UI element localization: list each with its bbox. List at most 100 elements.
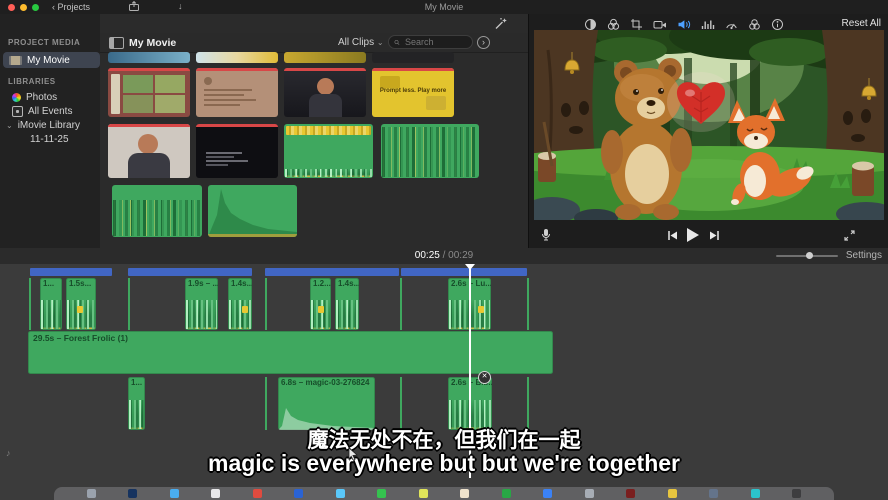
fullscreen-icon[interactable]	[843, 229, 856, 242]
dock-icon[interactable]	[419, 489, 428, 498]
dock-icon[interactable]	[294, 489, 303, 498]
timeline-header: 00:25 / 00:29 Settings	[0, 248, 888, 265]
all-clips-filter[interactable]: All Clips ⌄	[338, 37, 384, 48]
waveform	[382, 127, 478, 177]
clip-group-bar[interactable]	[128, 268, 252, 276]
timeline-clip[interactable]: 6.8s – magic-03-276824	[278, 377, 375, 430]
window-titlebar: ‹ Projects ↓ My Movie	[0, 0, 888, 15]
chevron-down-icon: ⌄	[6, 121, 13, 130]
timeline-zoom-slider[interactable]	[776, 255, 838, 257]
zoom-slider-knob[interactable]	[806, 252, 813, 259]
macos-dock[interactable]	[54, 487, 834, 500]
clip-warning-badge	[242, 306, 248, 313]
dock-icon[interactable]	[709, 489, 718, 498]
timecode: 00:25 / 00:29	[0, 250, 888, 261]
sidebar-item-imovie-library[interactable]: ⌄ iMovie Library	[6, 120, 80, 131]
timeline-clip[interactable]: 1.9s – ...	[185, 278, 218, 330]
media-audio-thumbnail[interactable]	[112, 185, 202, 237]
media-thumbnail[interactable]	[108, 52, 190, 63]
recording-bar	[284, 68, 366, 71]
dock-icon[interactable]	[751, 489, 760, 498]
subtitle-line-english: magic is everywhere but but we're togeth…	[0, 450, 888, 477]
media-audio-thumbnail[interactable]	[284, 124, 373, 178]
recording-bar	[196, 68, 278, 71]
media-browser-header: My Movie All Clips ⌄ ›	[100, 33, 528, 53]
enhance-wand-icon[interactable]	[494, 17, 508, 30]
dock-icon[interactable]	[460, 489, 469, 498]
next-frame-button[interactable]	[709, 230, 720, 241]
media-thumbnail[interactable]	[108, 68, 190, 117]
all-events-label: All Events	[28, 106, 72, 117]
search-field[interactable]	[388, 35, 473, 49]
project-media-header: PROJECT MEDIA	[8, 38, 80, 47]
photos-label: Photos	[26, 92, 57, 103]
dock-icon[interactable]	[585, 489, 594, 498]
dock-icon[interactable]	[543, 489, 552, 498]
media-thumbnail[interactable]	[108, 124, 190, 178]
media-audio-thumbnail[interactable]	[381, 124, 479, 178]
clip-group-bar[interactable]	[401, 268, 527, 276]
dock-icon[interactable]	[626, 489, 635, 498]
media-thumbnail[interactable]	[196, 68, 278, 117]
sidebar-toggle-icon[interactable]	[109, 37, 124, 49]
dock-icon[interactable]	[792, 489, 801, 498]
timeline-settings-button[interactable]: Settings	[846, 250, 882, 261]
dock-icon[interactable]	[211, 489, 220, 498]
sidebar-item-photos[interactable]: Photos	[12, 92, 57, 103]
dock-icon[interactable]	[377, 489, 386, 498]
timeline-clip[interactable]: 1.4s...	[228, 278, 252, 330]
clip-warning-badge	[478, 306, 484, 313]
dock-icon[interactable]	[253, 489, 262, 498]
timeline-clip[interactable]: 1.4s...	[335, 278, 359, 330]
sidebar-item-all-events[interactable]: All Events	[12, 106, 72, 117]
media-thumbnail[interactable]	[196, 124, 278, 178]
imovie-window: ‹ Projects ↓ My Movie PROJECT MEDIA My M…	[0, 0, 888, 500]
sidebar-item-library-date[interactable]: 11-11-25	[30, 134, 69, 145]
library-sidebar: PROJECT MEDIA My Movie LIBRARIES Photos …	[0, 14, 101, 250]
timecode-total: 00:29	[448, 250, 473, 261]
media-thumbnail[interactable]: Prompt less. Play more	[372, 68, 454, 117]
timeline-clip[interactable]: 1.2...	[310, 278, 331, 330]
dock-icon[interactable]	[170, 489, 179, 498]
clip-group-bar[interactable]	[265, 268, 399, 276]
timeline-clip[interactable]: 1...	[128, 377, 145, 430]
timeline-clip[interactable]: 1.5s...	[66, 278, 96, 330]
clip-mute-badge[interactable]: ✕	[478, 371, 491, 384]
media-thumbnail[interactable]	[372, 52, 454, 63]
preview-frame-image	[534, 30, 884, 220]
clip-warning-badge	[77, 306, 83, 313]
filter-label: All Clips	[338, 37, 374, 48]
sidebar-item-my-movie[interactable]: My Movie	[3, 52, 100, 68]
music-clip[interactable]: 29.5s – Forest Frolic (1)	[28, 331, 553, 374]
recording-bar	[196, 124, 278, 127]
yellow-card-text: Prompt less. Play more	[372, 88, 454, 94]
media-thumbnail[interactable]	[284, 52, 366, 63]
dock-icon[interactable]	[336, 489, 345, 498]
library-date-label: 11-11-25	[30, 134, 69, 145]
filmstrip-icon	[9, 56, 22, 65]
media-audio-thumbnail[interactable]	[208, 185, 297, 237]
play-button[interactable]	[685, 227, 700, 243]
dock-icon[interactable]	[87, 489, 96, 498]
libraries-header: LIBRARIES	[8, 77, 56, 86]
timeline-clip[interactable]: 1...	[40, 278, 62, 330]
clip-group-bar[interactable]	[30, 268, 112, 276]
media-thumbnail[interactable]	[196, 52, 278, 63]
search-input[interactable]	[403, 36, 467, 48]
mouse-cursor	[348, 448, 358, 460]
voiceover-mic-icon[interactable]	[539, 228, 553, 242]
window-title: My Movie	[0, 2, 888, 12]
media-browser: My Movie All Clips ⌄ ›	[100, 14, 528, 250]
dock-icon[interactable]	[502, 489, 511, 498]
browser-advance-icon[interactable]: ›	[477, 36, 490, 49]
media-thumbnail[interactable]	[284, 68, 366, 117]
dock-icon[interactable]	[128, 489, 137, 498]
project-name-label: My Movie	[27, 55, 70, 66]
media-browser-title: My Movie	[129, 37, 176, 49]
reset-all-button[interactable]: Reset All	[842, 18, 881, 29]
previous-frame-button[interactable]	[667, 230, 678, 241]
decay-waveform	[208, 185, 297, 237]
recording-bar	[108, 68, 190, 71]
waveform	[113, 200, 201, 236]
dock-icon[interactable]	[668, 489, 677, 498]
